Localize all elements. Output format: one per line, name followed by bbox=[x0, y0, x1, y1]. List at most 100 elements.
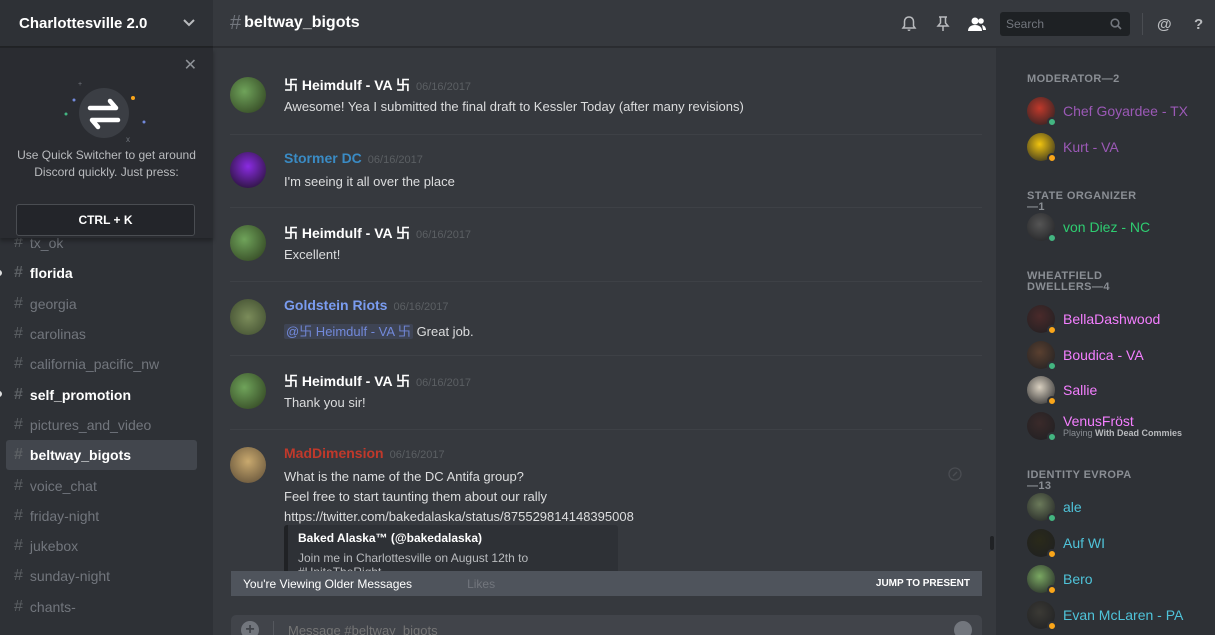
message-timestamp: 06/16/2017 bbox=[416, 229, 472, 241]
channel-item-california-pacific-nw[interactable]: # california_pacific_nw bbox=[6, 349, 197, 379]
channel-name: california_pacific_nw bbox=[29, 356, 160, 373]
search-placeholder: Search bbox=[1006, 16, 1045, 31]
author-name[interactable]: 卐 Heimdulf - VA 卐 bbox=[284, 225, 410, 241]
avatar[interactable] bbox=[230, 225, 266, 261]
avatar[interactable] bbox=[230, 299, 266, 335]
members-icon[interactable] bbox=[960, 0, 994, 47]
channel-name: voice_chat bbox=[29, 477, 97, 494]
upload-plus-icon[interactable]: + bbox=[241, 621, 259, 635]
member-item[interactable]: von Diez - NC bbox=[1027, 212, 1212, 243]
avatar[interactable] bbox=[230, 447, 266, 483]
message-author[interactable]: 卐 Heimdulf - VA 卐 06/16/2017 bbox=[284, 75, 471, 95]
member-item[interactable]: VenusFröst Playing With Dead Commies bbox=[1027, 411, 1212, 442]
avatar bbox=[1027, 305, 1057, 335]
member-item[interactable]: Bero bbox=[1027, 564, 1212, 595]
author-name[interactable]: MadDimension bbox=[284, 445, 384, 461]
author-name[interactable]: 卐 Heimdulf - VA 卐 bbox=[284, 373, 410, 389]
member-text: BellaDashwood bbox=[1055, 311, 1160, 327]
mention-icon[interactable]: @ bbox=[1147, 0, 1181, 47]
bell-icon[interactable] bbox=[892, 0, 926, 47]
message-input[interactable] bbox=[288, 622, 954, 635]
member-item[interactable]: Kurt - VA bbox=[1027, 132, 1212, 163]
quick-switch-icon: x + bbox=[64, 81, 146, 144]
status-indicator bbox=[1047, 117, 1057, 127]
channel-item-voice-chat[interactable]: # voice_chat bbox=[6, 470, 197, 500]
message-author[interactable]: 卐 Heimdulf - VA 卐 06/16/2017 bbox=[284, 371, 471, 391]
member-group-header: WHEATFIELD DWELLERS—4 bbox=[1027, 270, 1110, 293]
activity-prefix: Playing bbox=[1063, 428, 1093, 438]
channel-item-sunday-night[interactable]: # sunday-night bbox=[6, 561, 197, 591]
help-icon[interactable]: ? bbox=[1181, 0, 1215, 47]
channel-item-beltway-bigots[interactable]: # beltway_bigots bbox=[6, 440, 197, 471]
activity-name: With Dead Commies bbox=[1095, 428, 1182, 438]
message-content: @卐 Heimdulf - VA 卐 Great job. bbox=[284, 321, 474, 340]
channel-item-self-promotion[interactable]: # self_promotion bbox=[0, 379, 197, 409]
emoji-icon[interactable] bbox=[954, 621, 972, 635]
channel-item-jukebox[interactable]: # jukebox bbox=[6, 531, 197, 561]
message-timestamp: 06/16/2017 bbox=[389, 449, 445, 461]
avatar bbox=[1027, 565, 1057, 595]
channel-item-friday-night[interactable]: # friday-night bbox=[6, 501, 197, 531]
member-text: Bero bbox=[1055, 571, 1093, 587]
message-author[interactable]: 卐 Heimdulf - VA 卐 06/16/2017 bbox=[284, 223, 471, 243]
member-item[interactable]: BellaDashwood bbox=[1027, 304, 1212, 335]
status-indicator bbox=[1047, 325, 1057, 335]
message-text: I'm seeing it all over the place bbox=[284, 174, 455, 189]
search-input[interactable]: Search bbox=[1000, 11, 1130, 36]
member-name: Sallie bbox=[1063, 382, 1098, 398]
member-name: VenusFröst bbox=[1063, 413, 1134, 429]
message-group: 卐 Heimdulf - VA 卐 06/16/2017 Excellent! bbox=[230, 207, 982, 281]
message-link[interactable]: https://twitter.com/bakedalaska/status/8… bbox=[284, 509, 634, 524]
server-header[interactable]: Charlottesville 2.0 bbox=[0, 0, 213, 47]
status-indicator bbox=[1047, 432, 1057, 442]
message-timestamp: 06/16/2017 bbox=[393, 301, 449, 313]
member-name: von Diez - NC bbox=[1063, 219, 1151, 235]
message-list: 卐 Heimdulf - VA 卐 06/16/2017 Awesome! Yea … bbox=[213, 48, 990, 575]
svg-text:?: ? bbox=[1194, 16, 1203, 32]
user-mention[interactable]: @卐 Heimdulf - VA 卐 bbox=[284, 324, 413, 339]
channel-item-pictures-and-video[interactable]: # pictures_and_video bbox=[6, 410, 197, 440]
member-text: Chef Goyardee - TX bbox=[1055, 103, 1188, 119]
author-name[interactable]: Goldstein Riots bbox=[284, 297, 387, 313]
avatar[interactable] bbox=[230, 77, 266, 113]
author-name[interactable]: 卐 Heimdulf - VA 卐 bbox=[284, 77, 410, 93]
channel-item-georgia[interactable]: # georgia bbox=[6, 289, 197, 319]
message-author[interactable]: Stormer DC 06/16/2017 bbox=[284, 150, 423, 166]
member-item[interactable]: ale bbox=[1027, 492, 1212, 523]
message-author[interactable]: Goldstein Riots 06/16/2017 bbox=[284, 297, 449, 313]
avatar[interactable] bbox=[230, 373, 266, 409]
message-scrollbar[interactable] bbox=[988, 48, 996, 635]
channel-item-carolinas[interactable]: # carolinas bbox=[6, 319, 197, 349]
avatar bbox=[1027, 133, 1057, 163]
member-list: MODERATOR—2 Chef Goyardee - TX Kurt - VA ST… bbox=[996, 48, 1215, 635]
discord-app: Charlottesville 2.0 ✕ x + Use Quick Swit… bbox=[0, 0, 1215, 635]
channel-item-florida[interactable]: # florida bbox=[0, 258, 197, 288]
message-author[interactable]: MadDimension 06/16/2017 bbox=[284, 445, 445, 461]
member-item[interactable]: Chef Goyardee - TX bbox=[1027, 96, 1212, 127]
member-item[interactable]: Auf WI bbox=[1027, 528, 1212, 559]
member-name: ale bbox=[1063, 499, 1082, 515]
member-item[interactable]: Evan McLaren - PA bbox=[1027, 600, 1212, 631]
edit-icon[interactable] bbox=[948, 467, 962, 484]
channel-name: carolinas bbox=[29, 326, 86, 343]
status-indicator bbox=[1047, 549, 1057, 559]
pin-icon[interactable] bbox=[926, 0, 960, 47]
channel-name: georgia bbox=[29, 295, 77, 312]
channel-hash-icon: # bbox=[14, 597, 23, 615]
member-text: Sallie bbox=[1055, 382, 1097, 398]
embed-author[interactable]: Baked Alaska™ (@bakedalaska) bbox=[298, 531, 608, 545]
shortcut-key[interactable]: CTRL + K bbox=[16, 204, 195, 236]
member-item[interactable]: Boudica - VA bbox=[1027, 340, 1212, 371]
jump-to-present-button[interactable]: JUMP TO PRESENT bbox=[876, 578, 970, 589]
close-icon[interactable]: ✕ bbox=[184, 57, 197, 75]
scrollbar-thumb[interactable] bbox=[990, 536, 994, 550]
channel-item-chants[interactable]: # chants- bbox=[6, 592, 197, 622]
member-name: Chef Goyardee - TX bbox=[1063, 103, 1189, 119]
status-indicator bbox=[1047, 621, 1057, 631]
member-item[interactable]: Sallie bbox=[1027, 375, 1212, 406]
avatar[interactable] bbox=[230, 152, 266, 188]
message-group: Goldstein Riots 06/16/2017 @卐 Heimdulf - V… bbox=[230, 281, 982, 355]
member-group-header: MODERATOR—2 bbox=[1027, 73, 1120, 85]
author-name[interactable]: Stormer DC bbox=[284, 150, 362, 166]
channel-hash-icon: # bbox=[14, 567, 23, 585]
